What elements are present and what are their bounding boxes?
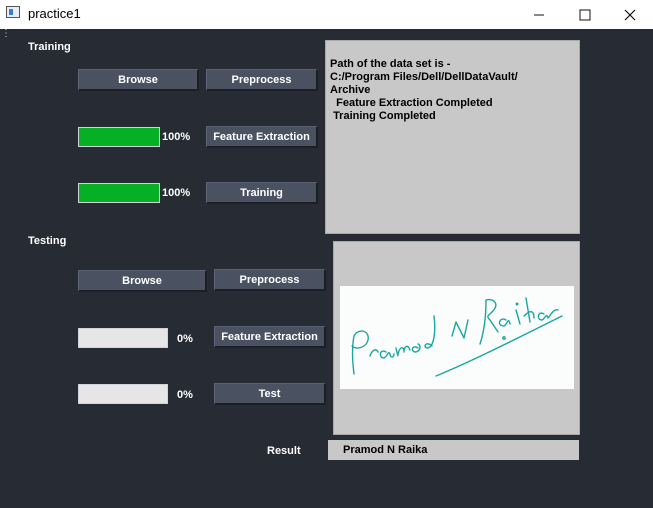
title-bar: practice1 — [0, 0, 653, 29]
result-value[interactable]: Pramod N Raika — [328, 440, 579, 460]
progress-fill — [79, 128, 159, 146]
training-feature-extraction-button[interactable]: Feature Extraction — [206, 126, 318, 148]
training-preprocess-button[interactable]: Preprocess — [206, 69, 318, 91]
testing-feature-progress — [78, 328, 168, 348]
training-percent: 100% — [162, 187, 191, 199]
training-feature-percent: 100% — [162, 131, 191, 143]
signature-drawing — [351, 297, 563, 377]
training-label: Training — [28, 41, 71, 53]
close-icon — [624, 9, 636, 20]
maximize-icon — [579, 9, 591, 20]
progress-fill — [79, 184, 159, 202]
testing-label: Testing — [28, 235, 67, 247]
training-button[interactable]: Training — [206, 182, 318, 204]
close-button[interactable] — [607, 0, 653, 29]
signature-image-panel — [333, 241, 580, 435]
test-button[interactable]: Test — [214, 383, 326, 405]
test-percent: 0% — [177, 389, 193, 401]
training-log-textbox[interactable]: Path of the data set is - C:/Program Fil… — [325, 40, 580, 234]
minimize-icon — [534, 14, 544, 15]
training-progress — [78, 183, 160, 203]
testing-preprocess-button[interactable]: Preprocess — [214, 269, 326, 291]
test-progress — [78, 384, 168, 404]
testing-browse-button[interactable]: Browse — [78, 270, 207, 292]
menu-handle[interactable]: ⋮ — [1, 29, 11, 39]
testing-feature-extraction-button[interactable]: Feature Extraction — [214, 326, 326, 348]
maximize-button[interactable] — [562, 0, 608, 29]
minimize-button[interactable] — [516, 0, 562, 29]
result-label: Result — [267, 445, 301, 457]
testing-feature-percent: 0% — [177, 333, 193, 345]
training-feature-progress — [78, 127, 160, 147]
training-browse-button[interactable]: Browse — [78, 69, 199, 91]
signature-image — [340, 286, 574, 389]
app-icon — [6, 6, 20, 18]
window-title: practice1 — [28, 6, 81, 21]
